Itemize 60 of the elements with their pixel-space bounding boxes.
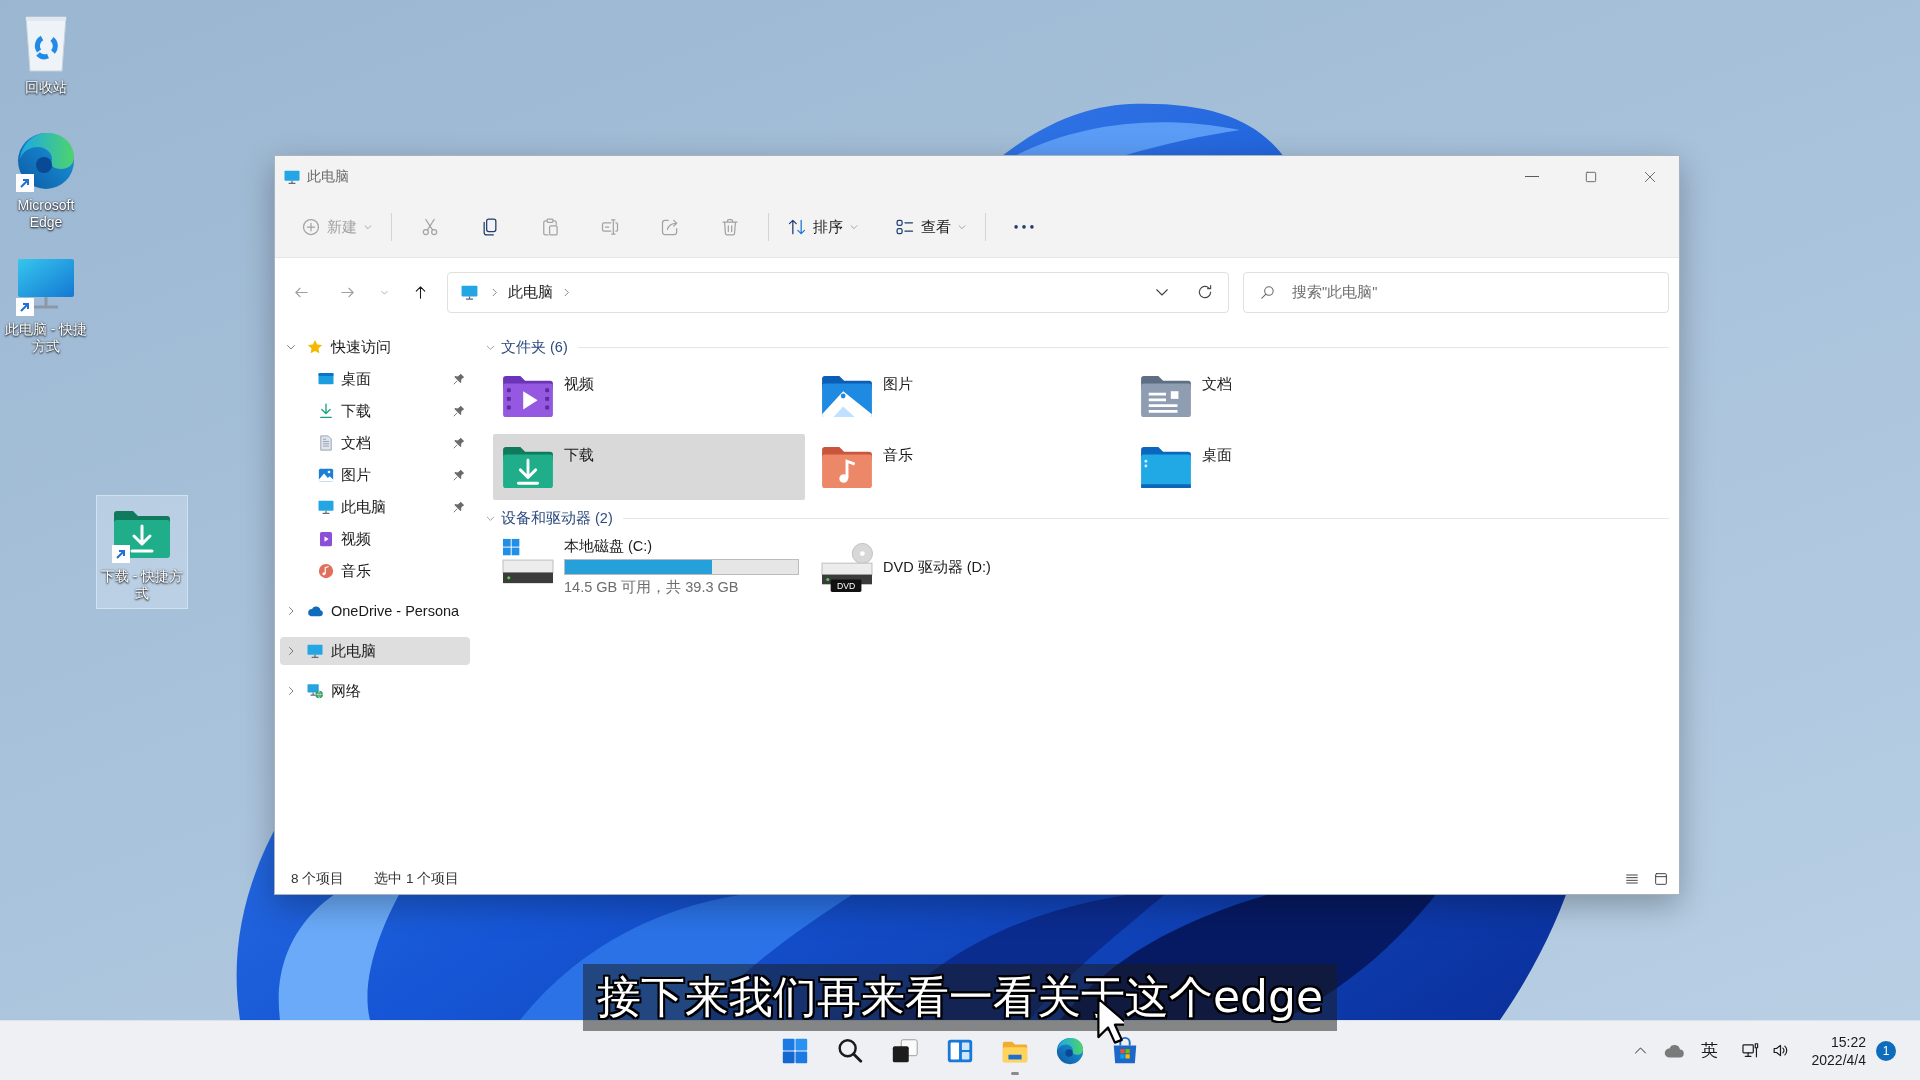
selection-count: 选中 1 个项目 [374, 870, 460, 888]
videos-folder-icon [501, 373, 555, 419]
edge-logo-icon [1055, 1035, 1085, 1066]
folder-tile[interactable]: 文档 [1131, 363, 1443, 429]
sidebar-item[interactable]: 下载 [280, 397, 470, 425]
search-icon [1259, 283, 1276, 301]
sidebar-item[interactable]: OneDrive - Persona [280, 597, 470, 625]
star-icon [306, 338, 324, 356]
music-folder-icon [820, 444, 874, 490]
item-count: 8 个项目 [291, 870, 345, 888]
sidebar-item[interactable]: 视频 [280, 525, 470, 553]
monitor-icon [306, 642, 324, 660]
drive-name: 本地磁盘 (C:) [564, 537, 653, 555]
window-title: 此电脑 [307, 167, 350, 186]
minimize-icon [1524, 175, 1539, 178]
group-header[interactable]: 文件夹 (6) [485, 335, 1669, 359]
network-icon [306, 682, 324, 700]
details-view-icon[interactable] [1624, 871, 1640, 887]
sidebar-item[interactable]: 音乐 [280, 557, 470, 585]
video-icon [317, 530, 335, 548]
address-bar[interactable]: 此电脑 [447, 271, 1229, 313]
downloads-folder-icon [501, 444, 555, 490]
breadcrumb-item[interactable]: 此电脑 [504, 282, 557, 302]
search-field[interactable]: 搜索"此电脑" [1243, 271, 1669, 313]
sidebar-item[interactable]: 此电脑 [280, 493, 470, 521]
sidebar-item[interactable]: 此电脑 [280, 637, 470, 665]
network-icon[interactable] [1740, 1041, 1760, 1060]
document-icon [317, 434, 335, 452]
input-method-indicator[interactable]: 英 [1700, 1039, 1718, 1062]
pictures-folder-icon [820, 373, 874, 419]
desktop-folder-icon [1139, 444, 1193, 490]
maximize-icon [1583, 169, 1598, 184]
sidebar-item[interactable]: 网络 [280, 677, 470, 705]
sidebar-item[interactable]: 图片 [280, 461, 470, 489]
sidebar-item[interactable]: 文档 [280, 429, 470, 457]
large-icons-view-icon[interactable] [1653, 871, 1669, 887]
clock-button[interactable]: 15:22 2022/4/4 [1811, 1032, 1866, 1069]
sidebar-item[interactable]: 桌面 [280, 365, 470, 393]
picture-icon [317, 466, 335, 484]
folder-tile[interactable]: 下载 [493, 434, 805, 500]
drive-item[interactable]: 本地磁盘 (C:) 14.5 GB 可用，共 39.3 GB [493, 534, 805, 600]
documents-folder-icon [1139, 373, 1193, 419]
drive-name: DVD 驱动器 (D:) [883, 558, 991, 576]
monitor-icon [317, 498, 335, 516]
folder-tile[interactable]: 图片 [812, 363, 1124, 429]
sort-button[interactable]: 排序 [779, 207, 867, 247]
refresh-icon [1196, 283, 1214, 301]
music-icon [317, 562, 335, 580]
view-button[interactable]: 查看 [887, 207, 975, 247]
notification-badge[interactable]: 1 [1876, 1040, 1896, 1061]
close-icon [1642, 169, 1657, 184]
drive-item[interactable]: DVD DVD 驱动器 (D:) [812, 534, 1124, 600]
group-header[interactable]: 设备和驱动器 (2) [485, 506, 1669, 530]
running-indicator [1011, 1071, 1019, 1075]
folder-tile[interactable]: 音乐 [812, 434, 1124, 500]
sidebar-item[interactable]: 快速访问 [280, 333, 470, 361]
download-arrow-icon [317, 402, 335, 420]
folder-tile[interactable]: 桌面 [1131, 434, 1443, 500]
folder-tile[interactable]: 视频 [493, 363, 805, 429]
free-space-text: 14.5 GB 可用，共 39.3 GB [564, 578, 739, 596]
